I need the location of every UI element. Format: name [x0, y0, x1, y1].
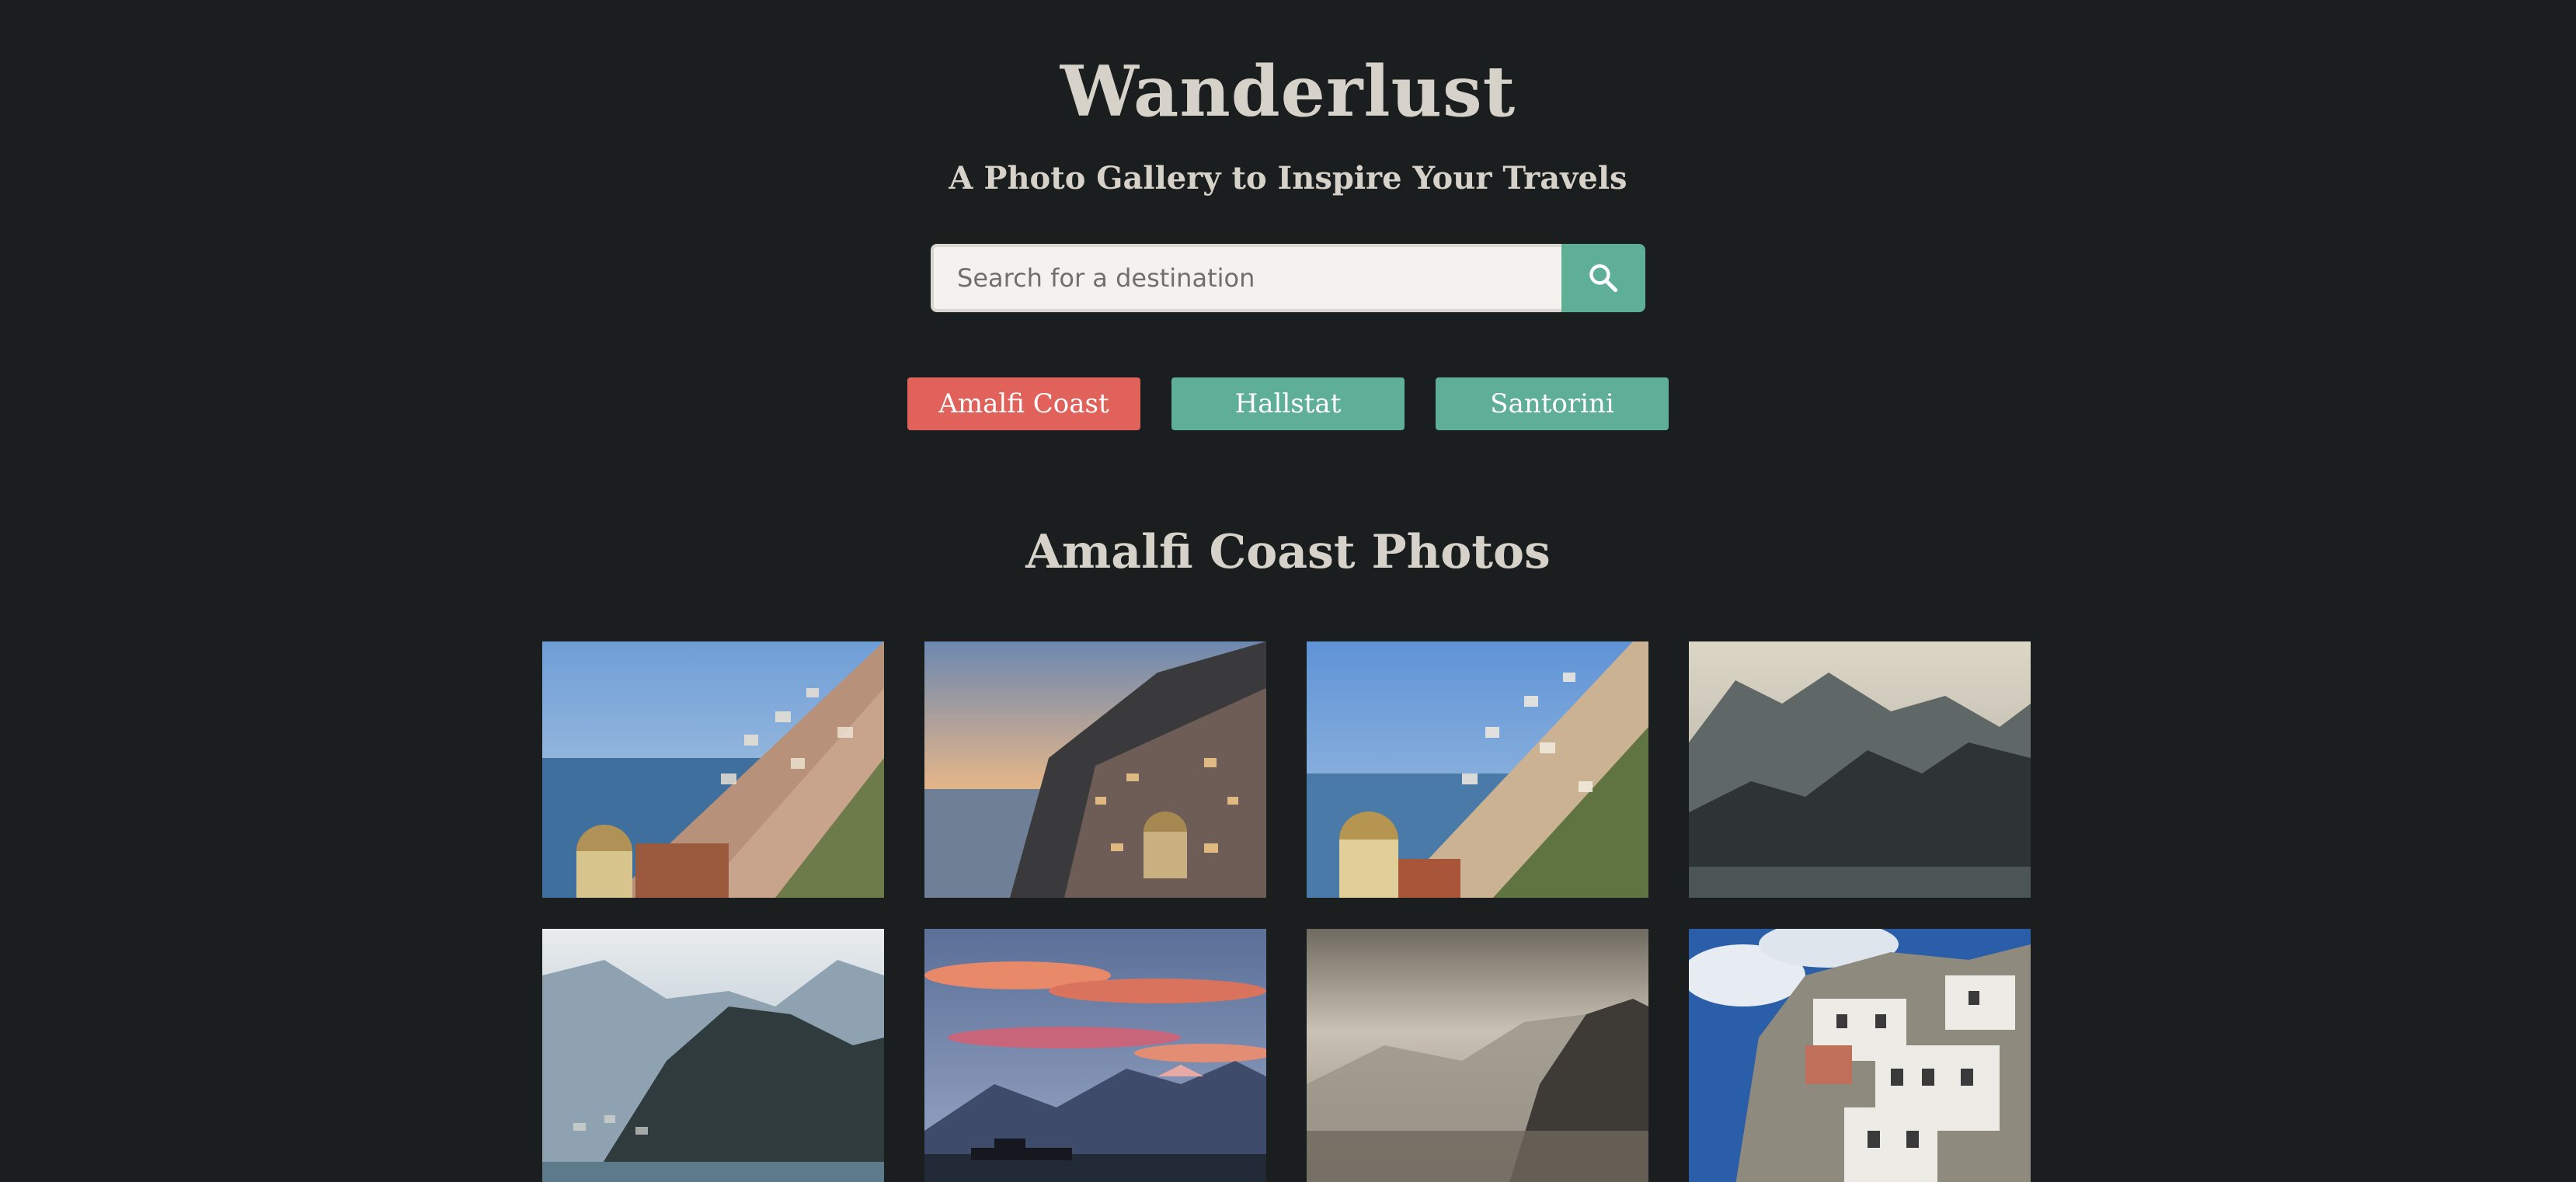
photo-thumbnail[interactable] [924, 641, 1266, 898]
photo-thumbnail[interactable] [542, 641, 884, 898]
search-input[interactable] [931, 244, 1561, 312]
photo-image [542, 641, 884, 898]
search-bar [931, 244, 1645, 312]
photo-grid [542, 641, 2032, 1182]
photo-image [924, 929, 1266, 1182]
site-subtitle: A Photo Gallery to Inspire Your Travels [949, 160, 1627, 196]
photo-image [1307, 929, 1648, 1182]
photo-thumbnail[interactable] [924, 929, 1266, 1182]
photo-thumbnail[interactable] [1307, 641, 1648, 898]
site-title: Wanderlust [1060, 50, 1516, 133]
photo-image [1307, 641, 1648, 898]
search-button[interactable] [1561, 244, 1645, 312]
photo-thumbnail[interactable] [542, 929, 884, 1182]
tab-amalfi-coast[interactable]: Amalfi Coast [907, 377, 1140, 430]
photo-thumbnail[interactable] [1689, 929, 2031, 1182]
search-icon [1589, 264, 1618, 293]
destination-tabs: Amalfi Coast Hallstat Santorini [907, 377, 1669, 430]
tab-santorini[interactable]: Santorini [1436, 377, 1669, 430]
photo-image [1689, 929, 2031, 1182]
photo-image [1689, 641, 2031, 898]
tab-hallstat[interactable]: Hallstat [1171, 377, 1405, 430]
gallery-heading: Amalfi Coast Photos [1025, 525, 1551, 579]
photo-image [924, 641, 1266, 898]
photo-image [542, 929, 884, 1182]
photo-thumbnail[interactable] [1307, 929, 1648, 1182]
photo-thumbnail[interactable] [1689, 641, 2031, 898]
